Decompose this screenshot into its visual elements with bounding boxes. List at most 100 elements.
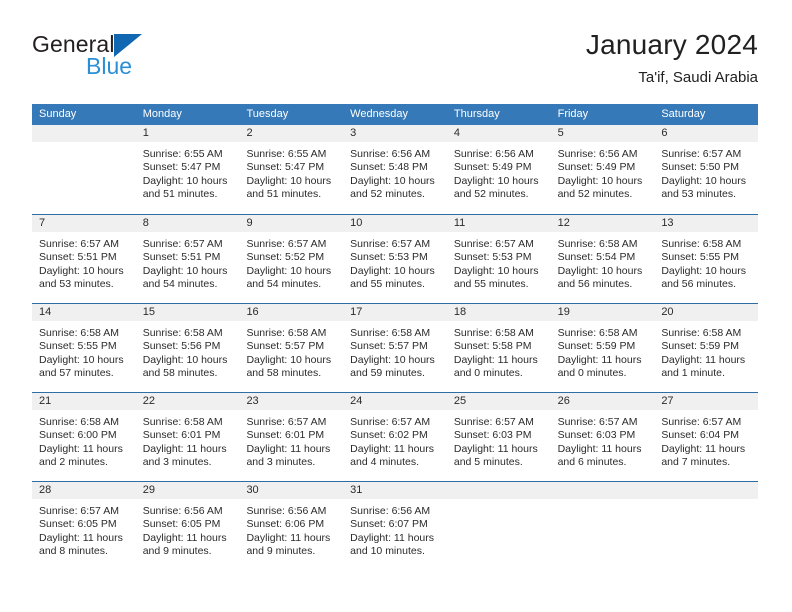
- day-cell-3[interactable]: 3 Sunrise: 6:56 AM Sunset: 5:48 PM Daylight…: [343, 125, 447, 214]
- day-cell-18[interactable]: 18 Sunrise: 6:58 AM Sunset: 5:58 PM Dayligh…: [446, 304, 551, 392]
- day-number: 29: [135, 482, 240, 499]
- day-number: 11: [446, 215, 551, 232]
- day-detail-line: Sunrise: 6:57 AM: [246, 416, 327, 428]
- day-cell-25[interactable]: 25 Sunrise: 6:57 AM Sunset: 6:03 PM Dayligh…: [446, 393, 551, 481]
- day-cell-24[interactable]: 24 Sunrise: 6:57 AM Sunset: 6:02 PM Dayligh…: [343, 393, 447, 481]
- day-detail-line: Sunrise: 6:58 AM: [142, 416, 223, 428]
- day-detail-line: Sunrise: 6:55 AM: [142, 148, 223, 160]
- day-number: [32, 125, 136, 142]
- day-cell-17[interactable]: 17 Sunrise: 6:58 AM Sunset: 5:57 PM Dayligh…: [343, 304, 447, 392]
- title-block: January 2024 Ta'if, Saudi Arabia: [586, 28, 758, 89]
- day-cell-16[interactable]: 16 Sunrise: 6:58 AM Sunset: 5:57 PM Dayligh…: [239, 304, 344, 392]
- day-detail-line: Sunset: 6:07 PM: [350, 518, 428, 531]
- day-cell-26[interactable]: 26 Sunrise: 6:57 AM Sunset: 6:03 PM Dayligh…: [550, 393, 655, 481]
- day-details: Sunrise: 6:57 AM Sunset: 6:01 PM Daylight:…: [239, 410, 343, 470]
- day-cell-empty: [446, 482, 551, 570]
- day-detail-line: and 52 minutes.: [350, 188, 425, 201]
- day-cell-14[interactable]: 14 Sunrise: 6:58 AM Sunset: 5:55 PM Dayligh…: [32, 304, 136, 392]
- weekday-header-friday: Friday: [557, 108, 589, 120]
- day-cell-31[interactable]: 31 Sunrise: 6:56 AM Sunset: 6:07 PM Dayligh…: [343, 482, 447, 570]
- day-details: Sunrise: 6:57 AM Sunset: 6:04 PM Daylight:…: [654, 410, 758, 470]
- day-cell-empty: [654, 482, 759, 570]
- day-details: Sunrise: 6:58 AM Sunset: 6:01 PM Daylight:…: [136, 410, 240, 470]
- day-cell-9[interactable]: 9 Sunrise: 6:57 AM Sunset: 5:52 PM Daylight…: [239, 215, 344, 303]
- day-number: 26: [550, 393, 655, 410]
- day-detail-line: and 52 minutes.: [557, 188, 633, 201]
- page-title: January 2024: [585, 29, 758, 60]
- day-detail-line: Sunset: 6:00 PM: [39, 429, 117, 442]
- day-cell-11[interactable]: 11 Sunrise: 6:57 AM Sunset: 5:53 PM Dayligh…: [446, 215, 551, 303]
- day-number: [446, 482, 551, 499]
- day-details: Sunrise: 6:56 AM Sunset: 5:49 PM Daylight:…: [551, 142, 655, 202]
- calendar-week-row: 21 Sunrise: 6:58 AM Sunset: 6:00 PM Dayligh…: [32, 392, 759, 481]
- day-details: Sunrise: 6:58 AM Sunset: 5:54 PM Daylight:…: [551, 232, 655, 292]
- day-detail-line: Sunrise: 6:56 AM: [557, 148, 638, 160]
- day-cell-23[interactable]: 23 Sunrise: 6:57 AM Sunset: 6:01 PM Dayligh…: [239, 393, 344, 481]
- day-number: 14: [32, 304, 136, 321]
- day-detail-line: Sunset: 5:58 PM: [453, 340, 532, 353]
- weekday-header-thursday: Thursday: [453, 108, 500, 120]
- day-detail-line: and 1 minute.: [661, 367, 725, 380]
- day-number: 2: [239, 125, 344, 142]
- day-cell-15[interactable]: 15 Sunrise: 6:58 AM Sunset: 5:56 PM Dayligh…: [135, 304, 240, 392]
- day-detail-line: and 8 minutes.: [39, 545, 108, 558]
- day-detail-line: Sunrise: 6:57 AM: [350, 416, 431, 428]
- day-cell-13[interactable]: 13 Sunrise: 6:58 AM Sunset: 5:55 PM Dayligh…: [654, 215, 759, 303]
- day-detail-line: Sunset: 5:47 PM: [142, 161, 221, 174]
- day-detail-line: and 55 minutes.: [350, 278, 425, 291]
- day-details: Sunrise: 6:57 AM Sunset: 6:03 PM Daylight:…: [551, 410, 655, 470]
- day-detail-line: Daylight: 10 hours: [350, 174, 435, 187]
- day-detail-line: and 3 minutes.: [142, 456, 212, 469]
- day-cell-10[interactable]: 10 Sunrise: 6:57 AM Sunset: 5:53 PM Dayligh…: [343, 215, 447, 303]
- day-cell-2[interactable]: 2 Sunrise: 6:55 AM Sunset: 5:47 PM Daylight…: [239, 125, 344, 214]
- day-number: 25: [446, 393, 551, 410]
- day-number: 16: [239, 304, 344, 321]
- day-detail-line: Daylight: 11 hours: [453, 442, 538, 455]
- day-cell-7[interactable]: 7 Sunrise: 6:57 AM Sunset: 5:51 PM Daylight…: [32, 215, 136, 303]
- day-cell-28[interactable]: 28 Sunrise: 6:57 AM Sunset: 6:05 PM Dayligh…: [32, 482, 136, 570]
- day-cell-8[interactable]: 8 Sunrise: 6:57 AM Sunset: 5:51 PM Daylight…: [135, 215, 240, 303]
- calendar-grid: Sunday Monday Tuesday Wednesday Thursday Frid…: [32, 104, 759, 570]
- weekday-header-wednesday: Wednesday: [350, 108, 409, 120]
- day-cell-27[interactable]: 27 Sunrise: 6:57 AM Sunset: 6:04 PM Dayligh…: [654, 393, 759, 481]
- day-cell-21[interactable]: 21 Sunrise: 6:58 AM Sunset: 6:00 PM Dayligh…: [32, 393, 136, 481]
- day-cell-12[interactable]: 12 Sunrise: 6:58 AM Sunset: 5:54 PM Dayligh…: [550, 215, 655, 303]
- day-details: Sunrise: 6:58 AM Sunset: 5:55 PM Daylight:…: [32, 321, 136, 381]
- day-details: Sunrise: 6:57 AM Sunset: 5:51 PM Daylight:…: [136, 232, 240, 292]
- day-cell-5[interactable]: 5 Sunrise: 6:56 AM Sunset: 5:49 PM Daylight…: [550, 125, 655, 214]
- day-details: Sunrise: 6:58 AM Sunset: 5:59 PM Daylight:…: [654, 321, 758, 381]
- day-detail-line: Daylight: 11 hours: [39, 442, 123, 455]
- day-detail-line: Sunrise: 6:56 AM: [246, 505, 327, 517]
- day-cell-6[interactable]: 6 Sunrise: 6:57 AM Sunset: 5:50 PM Daylight…: [654, 125, 759, 214]
- calendar-week-row: 14 Sunrise: 6:58 AM Sunset: 5:55 PM Dayligh…: [32, 303, 759, 392]
- day-detail-line: Sunset: 5:51 PM: [142, 251, 221, 264]
- day-details: Sunrise: 6:56 AM Sunset: 5:49 PM Daylight:…: [447, 142, 551, 202]
- day-cell-1[interactable]: 1 Sunrise: 6:55 AM Sunset: 5:47 PM Daylight…: [135, 125, 240, 214]
- day-details: Sunrise: 6:58 AM Sunset: 6:00 PM Daylight:…: [32, 410, 136, 470]
- weekday-header-monday: Monday: [142, 108, 182, 120]
- day-cell-20[interactable]: 20 Sunrise: 6:58 AM Sunset: 5:59 PM Dayligh…: [654, 304, 759, 392]
- day-details: Sunrise: 6:58 AM Sunset: 5:57 PM Daylight:…: [343, 321, 447, 381]
- day-detail-line: and 0 minutes.: [453, 367, 523, 380]
- brand-name-secondary: Blue: [86, 53, 133, 79]
- day-cell-29[interactable]: 29 Sunrise: 6:56 AM Sunset: 6:05 PM Dayligh…: [135, 482, 240, 570]
- day-detail-line: and 52 minutes.: [453, 188, 529, 201]
- day-details: Sunrise: 6:56 AM Sunset: 6:06 PM Daylight:…: [239, 499, 343, 559]
- day-detail-line: Sunset: 6:03 PM: [557, 429, 636, 442]
- day-detail-line: and 56 minutes.: [661, 278, 737, 291]
- day-cell-22[interactable]: 22 Sunrise: 6:58 AM Sunset: 6:01 PM Dayligh…: [135, 393, 240, 481]
- day-detail-line: Sunset: 5:59 PM: [661, 340, 739, 353]
- day-detail-line: Sunrise: 6:57 AM: [453, 416, 534, 428]
- day-detail-line: and 54 minutes.: [142, 278, 218, 291]
- day-cell-19[interactable]: 19 Sunrise: 6:58 AM Sunset: 5:59 PM Dayligh…: [550, 304, 655, 392]
- day-detail-line: and 53 minutes.: [39, 278, 114, 291]
- day-detail-line: Daylight: 11 hours: [453, 353, 538, 366]
- calendar-page: General Blue January 2024 Ta'if, Saudi A…: [0, 0, 792, 612]
- page-subtitle: Ta'if, Saudi Arabia: [638, 69, 758, 86]
- day-number: 21: [32, 393, 136, 410]
- day-detail-line: Daylight: 11 hours: [142, 442, 227, 455]
- day-detail-line: and 58 minutes.: [246, 367, 322, 380]
- day-cell-30[interactable]: 30 Sunrise: 6:56 AM Sunset: 6:06 PM Dayligh…: [239, 482, 344, 570]
- brand-logo[interactable]: General Blue: [32, 32, 262, 92]
- day-cell-4[interactable]: 4 Sunrise: 6:56 AM Sunset: 5:49 PM Daylight…: [446, 125, 551, 214]
